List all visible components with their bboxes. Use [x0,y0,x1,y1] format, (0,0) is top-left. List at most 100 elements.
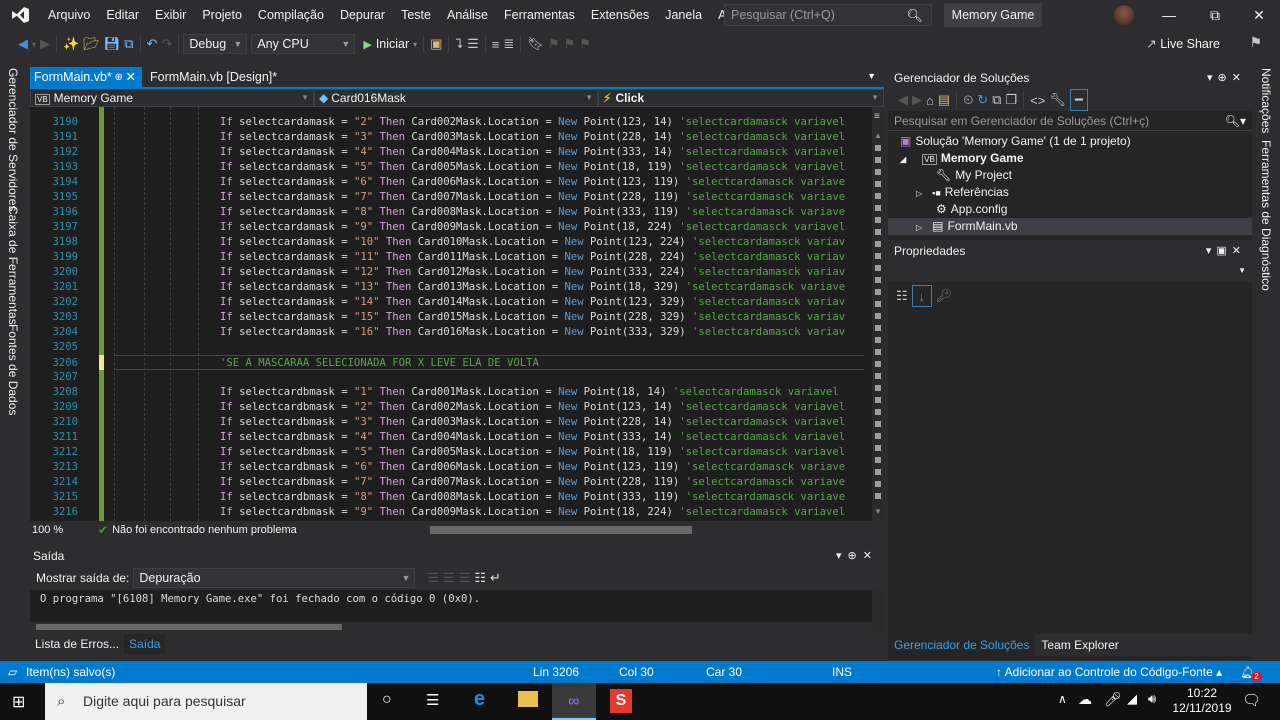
microphone-icon[interactable]: 🎤︎ [1104,691,1122,708]
menu-analise[interactable]: Análise [439,0,496,30]
back-icon[interactable]: ◀ [18,33,28,55]
cortana-icon[interactable]: ○ [382,691,392,709]
property-pages-key-icon[interactable]: 🔑︎ [936,285,953,307]
edge-browser-icon[interactable]: e [474,688,485,711]
scroll-map[interactable] [875,145,881,505]
menu-teste[interactable]: Teste [393,0,439,30]
menu-projeto[interactable]: Projeto [194,0,250,30]
output-source-dropdown[interactable]: Depuração ▼ [133,568,416,588]
code-line[interactable]: 3194 If selectcardamask = "6" Then Card00… [30,175,872,190]
back-icon[interactable]: ◀ [898,89,908,111]
status-column[interactable]: Col 30 [619,661,654,683]
feedback-icon[interactable]: ⚑ [1249,34,1262,51]
output-window-controls[interactable]: ▾⊕✕ [836,546,878,566]
tab-error-list[interactable]: Lista de Erros... [30,634,124,654]
pin-icon[interactable]: ⊕ [114,67,122,88]
split-handle-icon[interactable]: ≡ [874,111,880,122]
file-explorer-icon[interactable] [518,691,538,707]
code-line[interactable]: 3201 If selectcardamask = "13" Then Card0… [30,280,872,295]
windows-start-icon[interactable]: ⊞ [12,692,25,712]
forward-icon[interactable]: ▶ [912,89,922,111]
close-tab-icon[interactable]: ✕ [126,67,136,88]
menu-depurar[interactable]: Depurar [332,0,393,30]
source-control-button[interactable]: ↑ Adicionar ao Controle do Código-Fonte … [996,661,1222,683]
data-sources-tab[interactable]: Fontes de Dados [6,324,20,415]
switch-views-icon[interactable]: ▤ [938,89,950,111]
output-vertical-scrollbar[interactable] [872,590,884,632]
prev-message-icon[interactable]: ☰ [443,567,455,589]
alphabetical-icon[interactable]: ↓ [911,285,932,307]
panel-window-controls[interactable]: ▾▣✕ [1206,240,1246,262]
code-line[interactable]: 3213 If selectcardbmask = "6" Then Card00… [30,460,872,475]
horizontal-scrollbar-thumb[interactable] [430,526,692,534]
volume-icon[interactable]: 🔊︎ [1148,691,1156,707]
user-avatar[interactable] [1114,5,1134,25]
save-icon[interactable]: 💾︎ [104,33,121,55]
tree-my-project[interactable]: 🔧︎ My Project [888,167,1252,184]
tree-project[interactable]: ◢ VB Memory Game [888,150,1252,167]
code-line[interactable]: 3208 If selectcardbmask = "1" Then Card00… [30,385,872,400]
tab-formmain-vb[interactable]: FormMain.vb* ⊕ ✕ [30,67,142,88]
panel-window-controls[interactable]: ▾⊕✕ [1207,67,1246,89]
clear-bookmarks-icon[interactable]: ⚑ [579,33,591,55]
live-share-button[interactable]: ↗ Live Share [1146,36,1220,51]
step-into-icon[interactable]: ⮧ [455,33,463,55]
tree-app-config[interactable]: ⚙ App.config [888,201,1252,218]
code-line[interactable]: 3203 If selectcardamask = "15" Then Card0… [30,310,872,325]
outdent-icon[interactable]: ≣ [503,33,514,55]
menu-editar[interactable]: Editar [98,0,147,30]
scroll-down-icon[interactable]: ▼ [874,507,882,516]
find-in-files-icon[interactable]: ▣ [430,33,442,55]
view-code-icon[interactable]: <> [1030,89,1045,111]
code-line[interactable]: 3199 If selectcardamask = "11" Then Card0… [30,250,872,265]
preview-selected-icon[interactable]: ━ [1069,89,1088,111]
status-line[interactable]: Lin 3206 [533,661,579,683]
server-explorer-tab[interactable]: Gerenciador de Servidores [6,68,20,211]
task-view-icon[interactable]: ☰ [426,691,439,709]
restore-button[interactable]: ⧉ [1192,0,1238,30]
code-line[interactable]: 3197 If selectcardamask = "9" Then Card00… [30,220,872,235]
code-line[interactable]: 3211 If selectcardbmask = "4" Then Card00… [30,430,872,445]
tab-overflow-icon[interactable]: ▼ [867,71,876,81]
configuration-dropdown[interactable]: Debug ▼ [183,34,248,54]
clear-all-icon[interactable]: ☷ [474,567,486,589]
refresh-icon[interactable]: ↻ [977,89,988,111]
menu-ferramentas[interactable]: Ferramentas [496,0,583,30]
categorized-icon[interactable]: ☷ [896,285,908,307]
wifi-icon[interactable]: ◢ [1127,691,1137,707]
collapsed-arrow-icon[interactable]: ▷ [916,189,922,198]
show-all-files-icon[interactable]: ❐ [1006,89,1018,111]
save-all-icon[interactable]: ⧉ [124,33,133,55]
code-line[interactable]: 3204 If selectcardamask = "16" Then Card0… [30,325,872,340]
menu-exibir[interactable]: Exibir [147,0,194,30]
code-line[interactable]: 3190 If selectcardamask = "2" Then Card00… [30,115,872,130]
code-line[interactable]: 3215 If selectcardbmask = "8" Then Card00… [30,490,872,505]
redo-icon[interactable]: ↷ [161,33,172,55]
code-line[interactable]: 3207 [30,370,872,385]
word-wrap-icon[interactable]: ↵ [490,567,501,589]
expanded-arrow-icon[interactable]: ◢ [900,155,906,164]
tree-references[interactable]: ▷ ▪■ Referências [888,184,1252,201]
platform-dropdown[interactable]: Any CPU ▼ [251,34,356,54]
home-icon[interactable]: ⌂ [926,89,934,111]
tree-solution[interactable]: ▣ Solução 'Memory Game' (1 de 1 projeto) [888,133,1252,150]
code-line[interactable]: 3210 If selectcardbmask = "3" Then Card00… [30,415,872,430]
diagnostic-tools-tab[interactable]: Ferramentas de Diagnóstico [1259,140,1273,291]
code-line[interactable]: 3200 If selectcardamask = "12" Then Card0… [30,265,872,280]
tab-formmain-design[interactable]: FormMain.vb [Design]* [142,67,283,88]
code-line[interactable]: 3196 If selectcardamask = "8" Then Card00… [30,205,872,220]
next-message-icon[interactable]: ☰ [459,567,471,589]
code-line[interactable]: 3191 If selectcardamask = "3" Then Card00… [30,130,872,145]
output-scroll-thumb[interactable] [36,624,342,630]
menu-janela[interactable]: Janela [657,0,710,30]
forward-icon[interactable]: ▶ [40,33,50,55]
new-project-icon[interactable]: ✨ [63,33,79,55]
status-char[interactable]: Car 30 [706,661,742,683]
open-folder-icon[interactable]: 📂︎ [83,33,100,55]
properties-object-dropdown[interactable]: ▼ [888,262,1252,282]
code-line[interactable]: 3209 If selectcardbmask = "2" Then Card00… [30,400,872,415]
menu-arquivo[interactable]: Arquivo [40,0,98,30]
code-line[interactable]: 3193 If selectcardamask = "5" Then Card00… [30,160,872,175]
code-line[interactable]: 3214 If selectcardbmask = "7" Then Card00… [30,475,872,490]
code-line[interactable]: 3216 If selectcardbmask = "9" Then Card00… [30,505,872,520]
